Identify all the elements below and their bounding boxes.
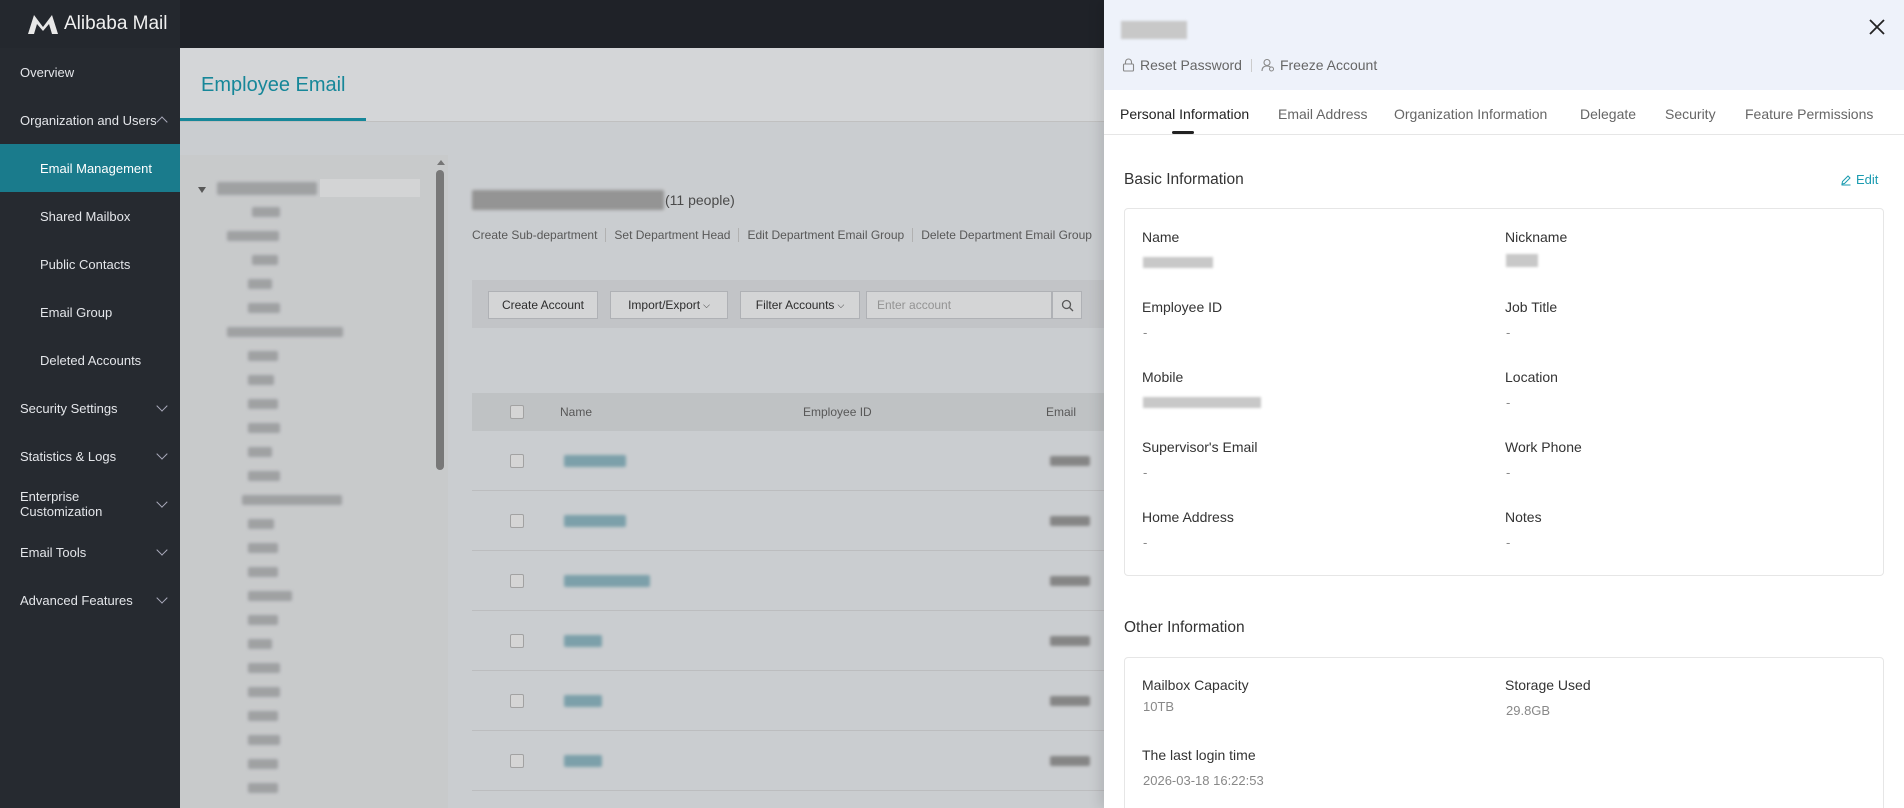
mobile-label: Mobile: [1142, 369, 1184, 385]
freeze-account-label: Freeze Account: [1279, 57, 1378, 73]
divider: [1250, 58, 1252, 72]
notes-label: Notes: [1505, 509, 1542, 525]
supervisor-email-value: -: [1143, 465, 1148, 480]
chevron-down-icon: [156, 400, 168, 412]
work-phone-value: -: [1506, 465, 1511, 480]
basic-information-card: Name Nickname Employee ID - Job Title - …: [1124, 208, 1884, 576]
user-freeze-icon: [1261, 58, 1274, 72]
nav-security-settings[interactable]: Security Settings: [0, 384, 180, 432]
nav-label: Enterprise Customization: [20, 489, 103, 519]
reset-password-label: Reset Password: [1140, 57, 1242, 73]
tab-security[interactable]: Security: [1665, 106, 1716, 122]
edit-pencil-icon: [1841, 174, 1851, 185]
nav-email-management[interactable]: Email Management: [0, 144, 180, 192]
nav-enterprise-customization[interactable]: Enterprise Customization: [0, 480, 180, 528]
mobile-value: [1143, 397, 1261, 408]
nav-label: Security Settings: [20, 400, 118, 416]
nav-advanced-features[interactable]: Advanced Features: [0, 576, 180, 624]
storage-used-value: 29.8GB: [1506, 703, 1551, 718]
name-value: [1143, 257, 1213, 268]
nav-shared-mailbox[interactable]: Shared Mailbox: [0, 192, 180, 240]
nav-organization-and-users[interactable]: Organization and Users: [0, 96, 180, 144]
nav-public-contacts[interactable]: Public Contacts: [0, 240, 180, 288]
location-value: -: [1506, 395, 1511, 410]
tab-personal-information[interactable]: Personal Information: [1120, 106, 1249, 122]
other-information-card: Mailbox Capacity 10TB Storage Used 29.8G…: [1124, 657, 1884, 808]
home-address-value: -: [1143, 535, 1148, 550]
brand-logo[interactable]: Alibaba Mail: [0, 0, 180, 48]
nav-label: Public Contacts: [40, 256, 131, 272]
drawer-header: Reset Password Freeze Account: [1104, 0, 1904, 90]
location-label: Location: [1505, 369, 1558, 385]
nav-label: Advanced Features: [20, 592, 133, 608]
tab-organization-information[interactable]: Organization Information: [1394, 106, 1547, 122]
basic-information-title: Basic Information: [1124, 171, 1244, 188]
employee-id-label: Employee ID: [1142, 299, 1223, 315]
work-phone-label: Work Phone: [1505, 439, 1582, 455]
chevron-up-icon: [156, 116, 168, 128]
freeze-account-button[interactable]: Freeze Account: [1261, 57, 1377, 73]
supervisor-email-label: Supervisor's Email: [1142, 439, 1258, 455]
nav-label: Organization and Users: [20, 112, 157, 128]
chevron-down-icon: [156, 448, 168, 460]
nav-label: Deleted Accounts: [40, 352, 142, 368]
notes-value: -: [1506, 535, 1511, 550]
nav-label: Email Tools: [20, 544, 87, 560]
nav-label: Email Management: [40, 160, 152, 176]
tab-email-address[interactable]: Email Address: [1278, 106, 1367, 122]
nav-label: Overview: [20, 64, 75, 80]
tab-delegate[interactable]: Delegate: [1580, 106, 1636, 122]
edit-label: Edit: [1856, 172, 1879, 187]
alibaba-mail-logo-icon: [28, 15, 58, 34]
employee-id-value: -: [1143, 325, 1148, 340]
active-tab-indicator: [1172, 131, 1194, 134]
last-login-label: The last login time: [1142, 747, 1256, 763]
account-actions: Reset Password Freeze Account: [1122, 57, 1377, 73]
mailbox-capacity-label: Mailbox Capacity: [1142, 677, 1249, 693]
brand-name: Alibaba Mail: [64, 13, 168, 34]
nav-label: Shared Mailbox: [40, 208, 131, 224]
sidebar: Alibaba Mail Overview Organization and U…: [0, 0, 180, 808]
drawer-tabs: Personal Information Email Address Organ…: [1104, 90, 1904, 135]
name-label: Name: [1142, 229, 1180, 245]
nav-overview[interactable]: Overview: [0, 48, 180, 96]
job-title-value: -: [1506, 325, 1511, 340]
nav-deleted-accounts[interactable]: Deleted Accounts: [0, 336, 180, 384]
nickname-label: Nickname: [1505, 229, 1568, 245]
nav-label: Email Group: [40, 304, 113, 320]
home-address-label: Home Address: [1142, 509, 1234, 525]
chevron-down-icon: [156, 544, 168, 556]
tab-feature-permissions[interactable]: Feature Permissions: [1745, 106, 1873, 122]
nav-email-group[interactable]: Email Group: [0, 288, 180, 336]
reset-password-button[interactable]: Reset Password: [1122, 57, 1242, 73]
edit-button[interactable]: Edit: [1840, 172, 1878, 187]
job-title-label: Job Title: [1505, 299, 1558, 315]
chevron-down-icon: [156, 592, 168, 604]
nav-email-tools[interactable]: Email Tools: [0, 528, 180, 576]
nav-label: Statistics & Logs: [20, 448, 117, 464]
account-username: [1121, 21, 1187, 39]
mailbox-capacity-value: 10TB: [1143, 699, 1175, 714]
lock-icon: [1122, 58, 1135, 72]
other-information-title: Other Information: [1124, 619, 1245, 636]
close-icon[interactable]: [1866, 16, 1888, 38]
storage-used-label: Storage Used: [1505, 677, 1591, 693]
last-login-value: 2026-03-18 16:22:53: [1143, 773, 1264, 788]
account-detail-drawer: Reset Password Freeze Account Personal I…: [1104, 0, 1904, 808]
nav-statistics-logs[interactable]: Statistics & Logs: [0, 432, 180, 480]
nickname-value: [1506, 254, 1538, 267]
